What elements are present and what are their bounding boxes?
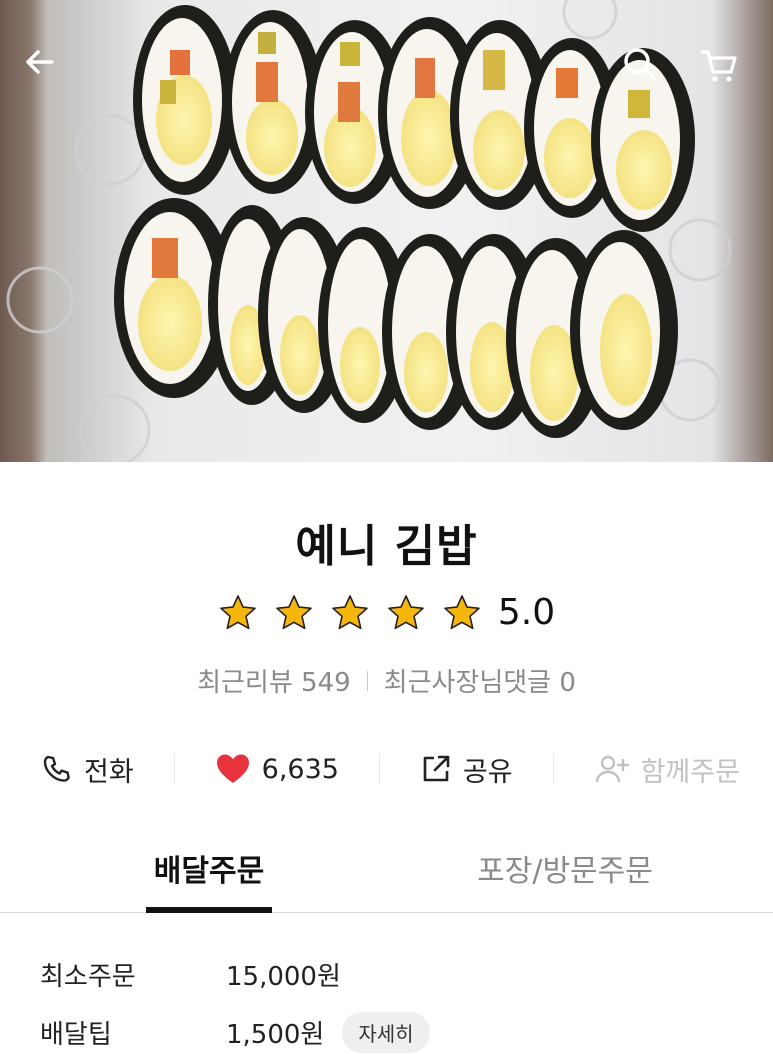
- delivery-tip-row: 배달팁 1,500원 자세히: [40, 1012, 430, 1053]
- back-button[interactable]: [22, 44, 74, 96]
- tab-delivery[interactable]: 배달주문: [140, 846, 278, 913]
- cart-icon: [700, 50, 737, 82]
- likes-count: 6,635: [261, 753, 339, 785]
- delivery-tip-details-button[interactable]: 자세히: [342, 1012, 430, 1053]
- action-bar: 전화 6,635 공유 함께주문: [40, 744, 740, 794]
- phone-icon: [43, 755, 70, 782]
- share-button[interactable]: 공유: [421, 750, 513, 789]
- star-icon: [388, 594, 424, 629]
- call-label: 전화: [84, 756, 134, 788]
- rating-row: 5.0: [0, 592, 773, 633]
- min-order-value: 15,000원: [226, 962, 341, 992]
- rating-value: 5.0: [497, 592, 556, 633]
- star-icon: [444, 594, 480, 629]
- like-button[interactable]: 6,635: [216, 753, 339, 785]
- store-name: 예니 김밥: [295, 521, 478, 572]
- share-icon: [423, 755, 450, 782]
- call-button[interactable]: 전화: [40, 750, 134, 789]
- group-order-button[interactable]: 함께주문: [595, 750, 740, 789]
- add-person-icon: [595, 755, 629, 783]
- star-rating: [218, 593, 482, 633]
- star-icon: [332, 594, 368, 629]
- delivery-tip-value: 1,500원: [226, 1020, 325, 1050]
- share-label: 공유: [462, 756, 513, 788]
- cart-button[interactable]: [698, 44, 750, 96]
- divider: [366, 670, 368, 691]
- min-order-label: 최소주문: [40, 962, 136, 992]
- back-arrow-icon: [26, 50, 54, 74]
- min-order-row: 최소주문 15,000원: [40, 956, 341, 993]
- divider: [174, 754, 176, 784]
- hero-photo: [0, 0, 773, 462]
- order-type-tabs: 배달주문 포장/방문주문: [0, 846, 773, 913]
- group-order-label: 함께주문: [640, 756, 740, 788]
- star-icon: [220, 594, 256, 629]
- recent-reviews-link[interactable]: 최근리뷰 549: [197, 662, 351, 699]
- star-icon: [276, 594, 312, 629]
- divider: [379, 754, 381, 784]
- heart-icon: [216, 754, 249, 783]
- owner-replies-link[interactable]: 최근사장님댓글 0: [384, 662, 576, 699]
- tab-pickup[interactable]: 포장/방문주문: [470, 846, 660, 912]
- search-button[interactable]: [620, 44, 672, 96]
- divider: [553, 754, 555, 784]
- delivery-tip-label: 배달팁: [40, 1020, 112, 1050]
- search-icon: [624, 48, 656, 80]
- review-summary: 최근리뷰 549 최근사장님댓글 0: [0, 662, 773, 699]
